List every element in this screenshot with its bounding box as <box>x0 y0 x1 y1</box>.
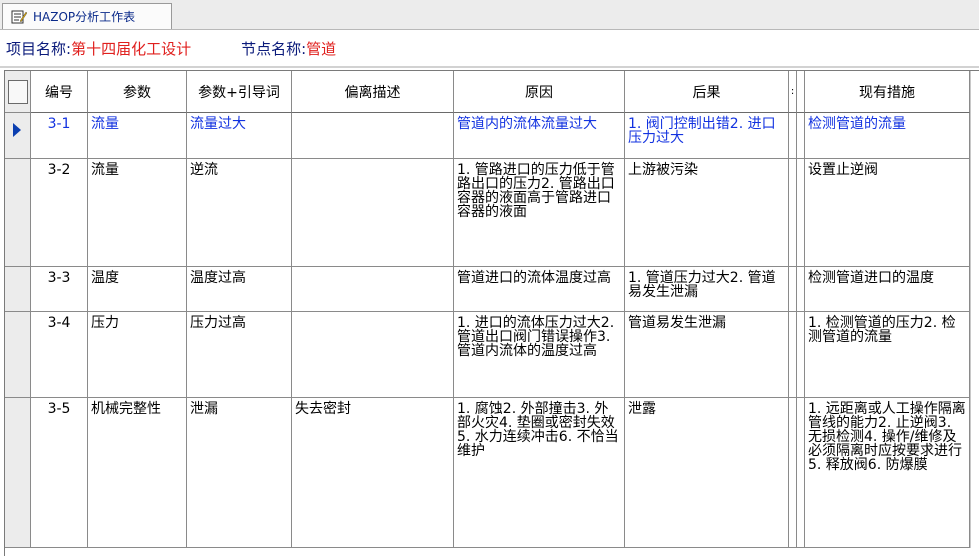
cell-measures[interactable]: 检测管道的流量 <box>805 113 970 159</box>
cell-hidden-1[interactable] <box>789 267 797 312</box>
record-selector[interactable] <box>5 159 31 267</box>
project-name-value: 第十四届化工设计 <box>71 39 192 58</box>
cell-id[interactable]: 3-4 <box>31 312 88 398</box>
cell-cause[interactable]: 管道进口的流体温度过高 <box>454 267 625 312</box>
record-selector[interactable] <box>5 398 31 548</box>
cell-param[interactable]: 压力 <box>88 312 187 398</box>
document-tab-strip: HAZOP分析工作表 <box>0 0 979 30</box>
cell-hidden-1[interactable] <box>789 113 797 159</box>
cell-hidden-1[interactable] <box>789 398 797 548</box>
column-header-param[interactable]: 参数 <box>88 71 187 113</box>
cell-hidden-2[interactable] <box>797 159 805 267</box>
cell-hidden-2[interactable] <box>797 398 805 548</box>
node-name-value: 管道 <box>306 39 337 58</box>
cell-consequence[interactable]: 泄露 <box>625 398 789 548</box>
cell-hidden-2[interactable] <box>797 113 805 159</box>
cell-deviation[interactable] <box>292 312 454 398</box>
cell-hidden-1[interactable] <box>789 312 797 398</box>
cell-hidden-2[interactable] <box>797 267 805 312</box>
node-name-label: 节点名称: <box>241 39 307 58</box>
cell-measures[interactable]: 1. 远距离或人工操作隔离管线的能力2. 止逆阀3. 无损检测4. 操作/维修及… <box>805 398 970 548</box>
cell-param[interactable]: 流量 <box>88 113 187 159</box>
form-header: 项目名称: 第十四届化工设计 节点名称: 管道 <box>0 30 979 66</box>
column-header-hidden-1[interactable]: : <box>789 71 797 113</box>
project-name-label: 项目名称: <box>6 39 72 58</box>
cell-measures[interactable]: 设置止逆阀 <box>805 159 970 267</box>
record-selector[interactable] <box>5 267 31 312</box>
cell-cause[interactable]: 管道内的流体流量过大 <box>454 113 625 159</box>
cell-hidden-2[interactable] <box>797 312 805 398</box>
column-header-measures[interactable]: 现有措施 <box>805 71 970 113</box>
header-divider <box>0 66 979 68</box>
cell-cause[interactable]: 1. 腐蚀2. 外部撞击3. 外部火灾4. 垫圈或密封失效5. 水力连续冲击6.… <box>454 398 625 548</box>
cell-consequence[interactable]: 上游被污染 <box>625 159 789 267</box>
cell-id[interactable]: 3-1 <box>31 113 88 159</box>
cell-param[interactable]: 温度 <box>88 267 187 312</box>
cell-guideword[interactable]: 温度过高 <box>187 267 292 312</box>
cell-guideword[interactable]: 压力过高 <box>187 312 292 398</box>
cell-hidden-1[interactable] <box>789 159 797 267</box>
cell-measures[interactable]: 检测管道进口的温度 <box>805 267 970 312</box>
grid-right-edge <box>970 71 979 548</box>
cell-guideword[interactable]: 泄漏 <box>187 398 292 548</box>
cell-deviation[interactable]: 失去密封 <box>292 398 454 548</box>
select-all-box[interactable] <box>8 80 28 104</box>
cell-cause[interactable]: 1. 管路进口的压力低于管路出口的压力2. 管路出口容器的液面高于管路进口容器的… <box>454 159 625 267</box>
cell-consequence[interactable]: 1. 管道压力过大2. 管道易发生泄漏 <box>625 267 789 312</box>
cell-consequence[interactable]: 1. 阀门控制出错2. 进口压力过大 <box>625 113 789 159</box>
cell-param[interactable]: 流量 <box>88 159 187 267</box>
cell-id[interactable]: 3-2 <box>31 159 88 267</box>
cell-deviation[interactable] <box>292 159 454 267</box>
cell-id[interactable]: 3-3 <box>31 267 88 312</box>
column-header-hidden-2[interactable] <box>797 71 805 113</box>
hazop-datasheet[interactable]: 编号 参数 参数+引导词 偏离描述 原因 后果 : 现有措施 3-1 流量 流量过大… <box>4 70 979 556</box>
record-selector[interactable] <box>5 113 31 159</box>
cell-id[interactable]: 3-5 <box>31 398 88 548</box>
column-header-id[interactable]: 编号 <box>31 71 88 113</box>
cell-deviation[interactable] <box>292 113 454 159</box>
record-selector[interactable] <box>5 312 31 398</box>
form-icon <box>11 10 27 23</box>
tab-label: HAZOP分析工作表 <box>33 10 136 24</box>
cell-param[interactable]: 机械完整性 <box>88 398 187 548</box>
cell-guideword[interactable]: 流量过大 <box>187 113 292 159</box>
select-all-corner[interactable] <box>5 71 31 113</box>
column-header-cause[interactable]: 原因 <box>454 71 625 113</box>
cell-cause[interactable]: 1. 进口的流体压力过大2. 管道出口阀门错误操作3. 管道内流体的温度过高 <box>454 312 625 398</box>
column-header-guideword[interactable]: 参数+引导词 <box>187 71 292 113</box>
tab-hazop-worksheet[interactable]: HAZOP分析工作表 <box>2 3 172 29</box>
current-record-arrow-icon <box>13 123 21 137</box>
cell-deviation[interactable] <box>292 267 454 312</box>
cell-measures[interactable]: 1. 检测管道的压力2. 检测管道的流量 <box>805 312 970 398</box>
column-header-consequence[interactable]: 后果 <box>625 71 789 113</box>
column-header-deviation[interactable]: 偏离描述 <box>292 71 454 113</box>
cell-consequence[interactable]: 管道易发生泄漏 <box>625 312 789 398</box>
cell-guideword[interactable]: 逆流 <box>187 159 292 267</box>
